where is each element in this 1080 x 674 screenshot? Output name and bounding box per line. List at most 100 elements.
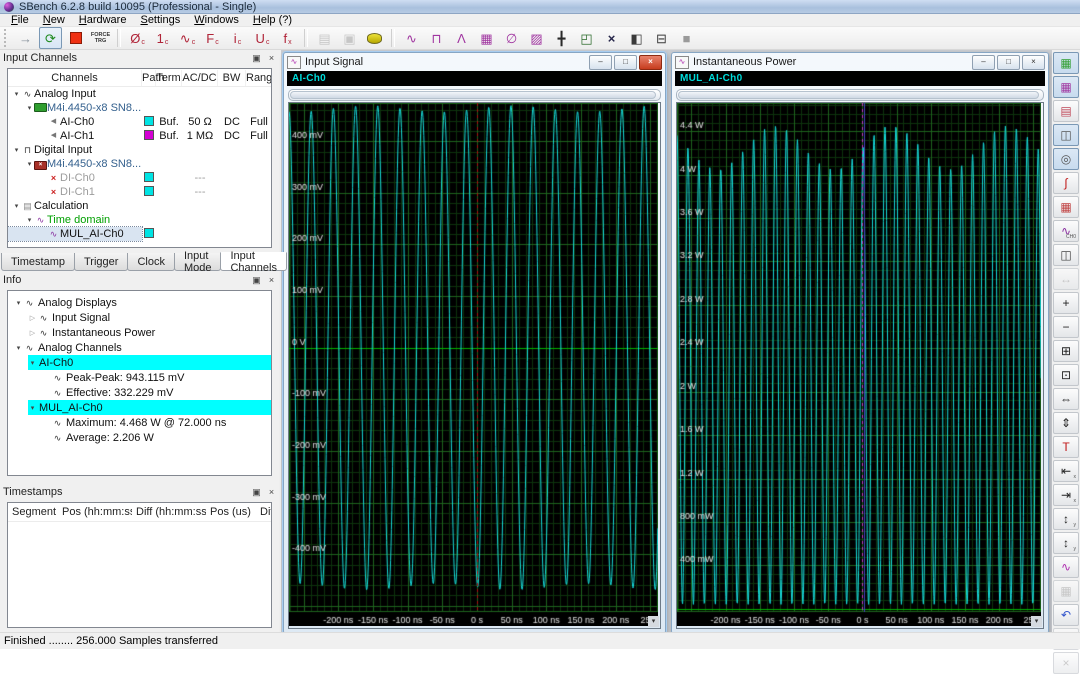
float-panel-icon[interactable]: ▣ xyxy=(250,486,263,498)
info-row-maximum-4-468-w-72-000-ns[interactable]: ∿ Maximum: 4.468 W @ 72.000 ns xyxy=(8,415,271,430)
info-row-average-2-206-w[interactable]: ∿ Average: 2.206 W xyxy=(8,430,271,445)
overlay-button[interactable]: ◫ xyxy=(1053,244,1079,266)
menu-item-new[interactable]: New xyxy=(36,14,72,27)
info-panel-header[interactable]: Info ▣ × xyxy=(0,272,281,288)
expander-closed-icon[interactable]: ▷ xyxy=(28,329,37,337)
column-header-path[interactable]: Path xyxy=(142,69,165,86)
hide-decorations-button[interactable]: ▦ xyxy=(1053,76,1079,98)
calc-formula-button[interactable]: fx xyxy=(276,27,299,49)
new-chart-display-button[interactable]: ▨ xyxy=(525,27,548,49)
stop-button[interactable] xyxy=(64,27,87,49)
zoom-full-button[interactable]: ⊞ xyxy=(1053,340,1079,362)
cursor-left-button[interactable]: ⇤ x xyxy=(1053,460,1079,482)
cursor-right-button[interactable]: ⇥ x xyxy=(1053,484,1079,506)
expander-open-icon[interactable]: ▾ xyxy=(12,202,21,210)
scrollbar-thumb[interactable] xyxy=(678,91,1039,99)
expander-open-icon[interactable]: ▾ xyxy=(28,404,37,412)
tab-clock[interactable]: Clock xyxy=(127,253,175,271)
horizontal-scrollbar[interactable] xyxy=(288,89,661,101)
info-row-peak-peak-943-115-mv[interactable]: ∿ Peak-Peak: 943.115 mV xyxy=(8,370,271,385)
column-header-term[interactable]: Term xyxy=(156,69,182,86)
close-panel-icon[interactable]: × xyxy=(265,486,278,498)
column-header-ac-dc[interactable]: AC/DC xyxy=(182,69,218,86)
interpolation-button[interactable]: ∫ xyxy=(1053,172,1079,194)
close-panel-icon[interactable]: × xyxy=(265,274,278,286)
menu-item-help[interactable]: Help (?) xyxy=(246,14,299,27)
timestamps-panel-header[interactable]: Timestamps ▣ × xyxy=(0,484,281,500)
new-spectrum-display-button[interactable]: Λ xyxy=(450,27,473,49)
toolbar-grip[interactable] xyxy=(4,29,10,47)
channel-row-ai-ch1[interactable]: ◀AI-Ch1Buf.1 MΩDCFull± 1.00 V xyxy=(8,129,271,143)
tab-input-mode[interactable]: Input Mode xyxy=(173,250,222,274)
close-button[interactable]: × xyxy=(639,54,662,70)
export-file-button[interactable]: ▤ xyxy=(313,27,336,49)
trigger-level-button[interactable]: T xyxy=(1053,436,1079,458)
cascade-displays-button[interactable]: ◰ xyxy=(575,27,598,49)
new-digital-display-button[interactable]: ⊓ xyxy=(425,27,448,49)
plot-area[interactable]: ▾ xyxy=(288,102,661,629)
display-frame-button[interactable]: ◫ xyxy=(1053,124,1079,146)
minimize-button[interactable]: – xyxy=(589,54,612,70)
maximize-button[interactable]: □ xyxy=(614,54,637,70)
input-signal-display-canvas[interactable] xyxy=(289,103,658,626)
calc-fft-button[interactable]: Fc xyxy=(201,27,224,49)
window-titlebar[interactable]: SBench 6.2.8 build 10095 (Professional -… xyxy=(0,0,1080,14)
scrollbar-thumb[interactable] xyxy=(290,91,656,99)
expander-open-icon[interactable]: ▾ xyxy=(25,216,34,224)
column-header-channels[interactable]: Channels xyxy=(8,69,142,86)
channel-row-time-domain[interactable]: ▾ ∿ Time domain xyxy=(8,213,271,227)
undo-button[interactable]: ↶ xyxy=(1053,604,1079,626)
split-horizontal-button[interactable]: ⊟ xyxy=(650,27,673,49)
channel-select-button[interactable]: ∿ CH0 xyxy=(1053,220,1079,242)
info-row-analog-channels[interactable]: ▾ ∿ Analog Channels xyxy=(8,340,271,355)
instantaneous-power-display[interactable]: ∿ Instantaneous Power – □ × MUL_AI-Ch0 ▾ xyxy=(671,52,1049,634)
minimize-button[interactable]: – xyxy=(972,54,995,70)
tab-trigger[interactable]: Trigger xyxy=(74,253,129,271)
menu-item-hardware[interactable]: Hardware xyxy=(72,14,134,27)
expander-open-icon[interactable]: ▾ xyxy=(28,359,37,367)
calc-filter-button[interactable]: ∿ c xyxy=(176,27,199,49)
maximize-button[interactable]: □ xyxy=(997,54,1020,70)
info-row-instantaneous-power[interactable]: ▷ ∿ Instantaneous Power xyxy=(8,325,271,340)
column-header-bw[interactable]: BW xyxy=(218,69,246,86)
run-next-button[interactable]: → xyxy=(14,27,37,49)
menu-item-settings[interactable]: Settings xyxy=(133,14,187,27)
delete-button[interactable]: × xyxy=(1053,652,1079,674)
menu-item-file[interactable]: File xyxy=(4,14,36,27)
info-row-input-signal[interactable]: ▷ ∿ Input Signal xyxy=(8,310,271,325)
expander-open-icon[interactable]: ▾ xyxy=(14,344,23,352)
calc-shrink-button[interactable]: ic xyxy=(226,27,249,49)
expander-open-icon[interactable]: ▾ xyxy=(25,104,34,112)
float-panel-icon[interactable]: ▣ xyxy=(250,52,263,64)
calc-histogram-button[interactable]: Uc xyxy=(251,27,274,49)
expander-open-icon[interactable]: ▾ xyxy=(12,90,21,98)
instantaneous-power-display-titlebar[interactable]: ∿ Instantaneous Power – □ × xyxy=(672,53,1048,71)
zoom-out-button[interactable]: − xyxy=(1053,316,1079,338)
channel-row-analog-input[interactable]: ▾ ∿ Analog Input xyxy=(8,87,271,101)
display-menu-arrow[interactable]: ▾ xyxy=(1031,616,1042,627)
channel-row-di-ch1[interactable]: × DI-Ch1 --- xyxy=(8,185,271,199)
calc-scale-button[interactable]: 1c xyxy=(151,27,174,49)
close-display-button[interactable]: × xyxy=(600,27,623,49)
channel-color-swatch[interactable] xyxy=(142,171,156,185)
cursor-y2-button[interactable]: ↕ y xyxy=(1053,532,1079,554)
menu-item-windows[interactable]: Windows xyxy=(187,14,246,27)
instantaneous-power-display-canvas[interactable] xyxy=(677,103,1041,626)
ts-column-diff-hh-mm-ss[interactable]: Diff (hh:mm:ss) xyxy=(132,506,206,518)
show-grid-button[interactable]: ▦ xyxy=(1053,52,1079,74)
input-channels-panel-header[interactable]: Input Channels ▣ × xyxy=(0,50,281,66)
cursor-y1-button[interactable]: ↕ y xyxy=(1053,508,1079,530)
grid-style-button[interactable]: ▦ xyxy=(1053,196,1079,218)
channel-color-swatch[interactable] xyxy=(142,115,156,129)
channel-color-swatch[interactable] xyxy=(142,185,156,199)
zoom-select-button[interactable]: ◎ xyxy=(1053,148,1079,170)
ts-column-pos-hh-mm-ss[interactable]: Pos (hh:mm:ss) xyxy=(58,506,132,518)
channel-color-swatch[interactable] xyxy=(142,129,156,143)
info-row-ai-ch0[interactable]: ▾ AI-Ch0 xyxy=(8,355,271,370)
fit-y-button[interactable]: ⇕ xyxy=(1053,412,1079,434)
input-signal-display-titlebar[interactable]: ∿ Input Signal – □ × xyxy=(284,53,665,71)
tab-input-channels[interactable]: Input Channels xyxy=(220,250,287,274)
blank-button[interactable]: ■ xyxy=(675,27,698,49)
channel-row-di-ch0[interactable]: × DI-Ch0 --- xyxy=(8,171,271,185)
float-panel-icon[interactable]: ▣ xyxy=(250,274,263,286)
